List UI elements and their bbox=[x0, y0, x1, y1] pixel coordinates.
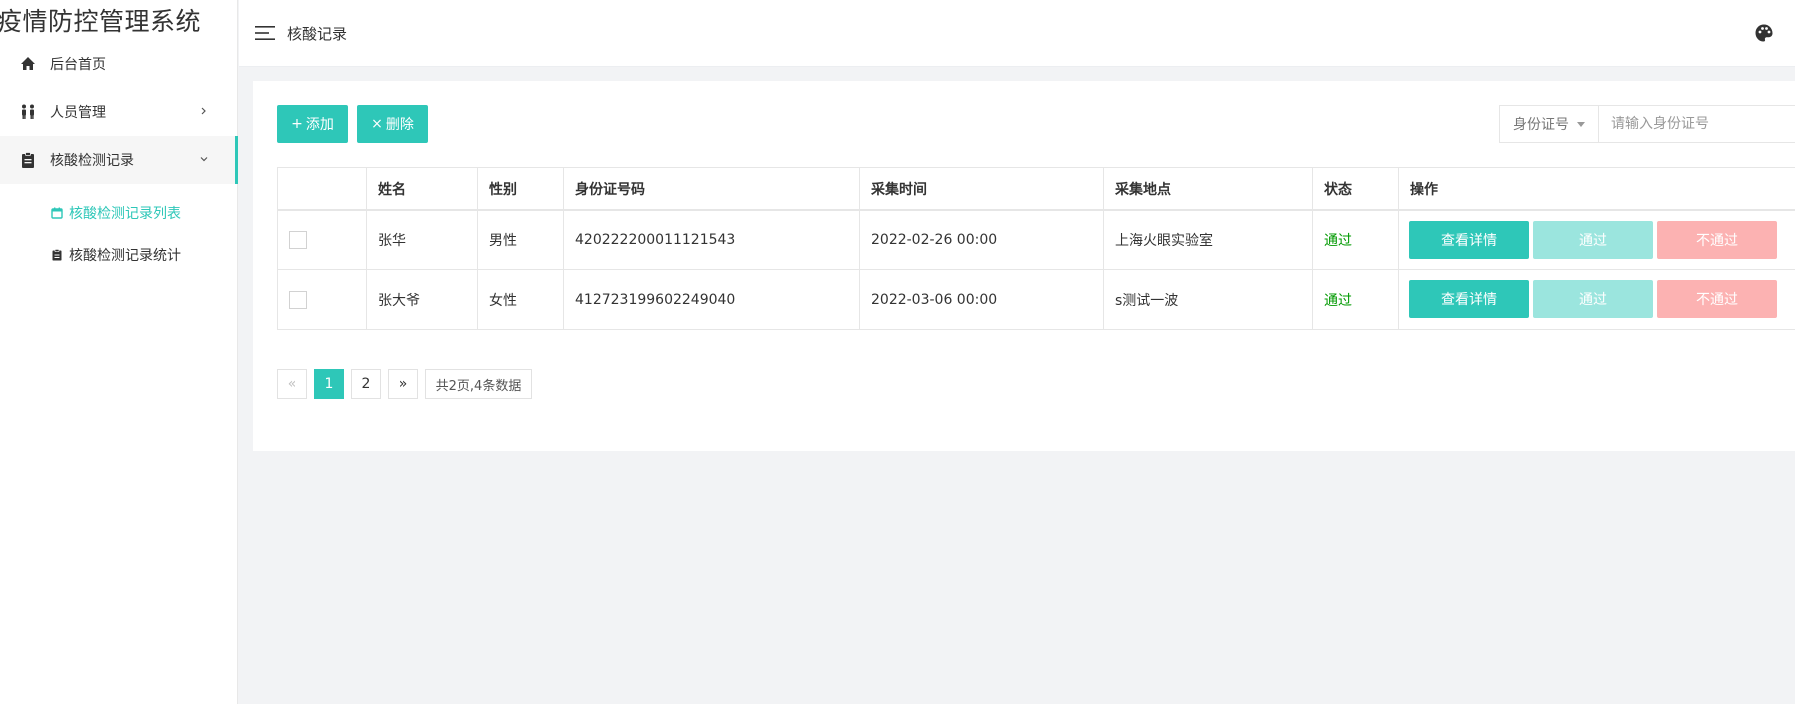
view-details-button[interactable]: 查看详情 bbox=[1409, 221, 1529, 259]
header-cell-name: 姓名 bbox=[367, 168, 478, 209]
top-header: 核酸记录 bbox=[239, 0, 1795, 67]
records-table: 姓名 性别 身份证号码 采集时间 采集地点 状态 操作 张华 男性 420222… bbox=[277, 167, 1795, 330]
pagination-page-2[interactable]: 2 bbox=[351, 369, 381, 399]
cell-time: 2022-02-26 00:00 bbox=[860, 211, 1104, 269]
search-field-value: 身份证号 bbox=[1513, 117, 1569, 133]
cell-location: 上海火眼实验室 bbox=[1104, 211, 1313, 269]
header-cell-gender: 性别 bbox=[478, 168, 564, 209]
table-row: 张华 男性 420222200011121543 2022-02-26 00:0… bbox=[278, 211, 1795, 270]
cell-name: 张大爷 bbox=[367, 270, 478, 329]
cell-id-number: 420222200011121543 bbox=[564, 211, 860, 269]
fail-button[interactable]: 不通过 bbox=[1657, 221, 1777, 259]
pagination-prev[interactable]: « bbox=[277, 369, 307, 399]
pagination-summary: 共2页,4条数据 bbox=[425, 369, 532, 399]
cell-gender: 男性 bbox=[478, 211, 564, 269]
row-checkbox[interactable] bbox=[289, 290, 307, 309]
delete-button-label: 删除 bbox=[385, 117, 414, 133]
chevron-right-icon bbox=[201, 107, 206, 115]
row-select-cell bbox=[278, 270, 367, 329]
sidebar-item-people[interactable]: 人员管理 bbox=[0, 88, 238, 136]
cell-id-number: 412723199602249040 bbox=[564, 270, 860, 329]
fail-button[interactable]: 不通过 bbox=[1657, 280, 1777, 318]
sidebar-subitem-record-stats[interactable]: 核酸检测记录统计 bbox=[0, 235, 238, 275]
cell-actions: 查看详情 通过 不通过 bbox=[1399, 211, 1795, 269]
cell-status: 通过 bbox=[1313, 211, 1399, 269]
pass-button[interactable]: 通过 bbox=[1533, 280, 1653, 318]
row-checkbox[interactable] bbox=[289, 231, 307, 249]
chevron-down-icon bbox=[200, 157, 208, 162]
clipboard-icon bbox=[52, 249, 62, 261]
calendar-icon bbox=[51, 207, 63, 219]
table-header-row: 姓名 性别 身份证号码 采集时间 采集地点 状态 操作 bbox=[278, 168, 1795, 211]
palette-icon[interactable] bbox=[1754, 23, 1774, 43]
add-button-label: 添加 bbox=[305, 117, 334, 133]
cell-gender: 女性 bbox=[478, 270, 564, 329]
cell-location: s测试一波 bbox=[1104, 270, 1313, 329]
header-cell-status: 状态 bbox=[1313, 168, 1399, 209]
pagination-next[interactable]: » bbox=[388, 369, 418, 399]
header-cell-time: 采集时间 bbox=[860, 168, 1104, 209]
caret-down-icon bbox=[1577, 121, 1585, 127]
header-cell-location: 采集地点 bbox=[1104, 168, 1313, 209]
cell-actions: 查看详情 通过 不通过 bbox=[1399, 270, 1795, 329]
close-icon: × bbox=[371, 116, 383, 132]
sidebar-item-nucleic-records[interactable]: 核酸检测记录 bbox=[0, 136, 238, 184]
sidebar-item-label: 核酸检测记录 bbox=[50, 153, 134, 169]
sidebar-item-label: 人员管理 bbox=[50, 105, 106, 121]
delete-button[interactable]: × 删除 bbox=[357, 105, 428, 143]
people-icon bbox=[22, 104, 34, 119]
sidebar-item-home[interactable]: 后台首页 bbox=[0, 40, 238, 88]
header-cell-select bbox=[278, 168, 367, 209]
add-button[interactable]: + 添加 bbox=[277, 105, 348, 143]
table-row: 张大爷 女性 412723199602249040 2022-03-06 00:… bbox=[278, 270, 1795, 329]
row-select-cell bbox=[278, 211, 367, 269]
cell-name: 张华 bbox=[367, 211, 478, 269]
header-cell-actions: 操作 bbox=[1410, 181, 1438, 198]
view-details-button[interactable]: 查看详情 bbox=[1409, 280, 1529, 318]
plus-icon: + bbox=[291, 116, 303, 132]
pass-button[interactable]: 通过 bbox=[1533, 221, 1653, 259]
sidebar-subitem-label: 核酸检测记录列表 bbox=[69, 206, 181, 222]
search-field-select[interactable]: 身份证号 bbox=[1499, 105, 1598, 143]
sidebar-item-label: 后台首页 bbox=[50, 57, 106, 73]
sidebar-subitem-label: 核酸检测记录统计 bbox=[69, 248, 181, 264]
cell-time: 2022-03-06 00:00 bbox=[860, 270, 1104, 329]
cell-status: 通过 bbox=[1313, 270, 1399, 329]
sidebar: 疫情防控管理系统 后台首页 人员管理 核酸检测记录 核酸检测记录列表 核酸检测记… bbox=[0, 0, 238, 704]
sidebar-subitem-record-list[interactable]: 核酸检测记录列表 bbox=[0, 193, 238, 233]
pagination-page-1[interactable]: 1 bbox=[314, 369, 344, 399]
header-cell-id-number: 身份证号码 bbox=[564, 168, 860, 209]
main-card: + 添加 × 删除 身份证号 姓名 性别 身份证号码 采集时间 采集地点 状态 … bbox=[253, 81, 1795, 451]
home-icon bbox=[21, 57, 35, 70]
page-title: 核酸记录 bbox=[287, 25, 348, 43]
clipboard-icon bbox=[22, 152, 34, 168]
hamburger-icon[interactable] bbox=[255, 25, 275, 41]
app-title: 疫情防控管理系统 bbox=[0, 7, 202, 36]
search-input[interactable] bbox=[1598, 105, 1795, 143]
